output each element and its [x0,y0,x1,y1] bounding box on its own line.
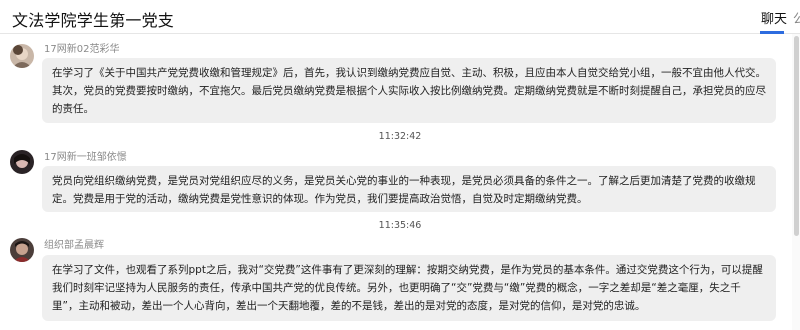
avatar[interactable] [10,238,34,262]
sender-name: 17网新02范彩华 [44,44,120,55]
tab-chat[interactable]: 聊天 [761,8,787,33]
avatar[interactable] [10,44,34,68]
group-title: 文法学院学生第一党支 [12,11,175,30]
avatar[interactable] [10,150,34,174]
active-tab-indicator [760,31,784,34]
message-timestamp: 11:35:46 [378,220,422,231]
sender-name: 组织部孟晨辉 [44,240,104,251]
message-bubble[interactable]: 在学习了文件，也观看了系列ppt之后，我对“交党费”这件事有了更深刻的理解：按期… [42,255,776,321]
sender-name: 17网新一班邹依憬 [44,152,127,163]
message-bubble[interactable]: 在学习了《关于中国共产党党费收缴和管理规定》后，首先，我认识到缴纳党费应自觉、主… [42,58,776,123]
message-timestamp: 11:32:42 [378,131,422,142]
message-bubble[interactable]: 党员向党组织缴纳党费，是党员对党组织应尽的义务，是党员关心党的事业的一种表现，是… [42,166,776,212]
tab-announcement[interactable]: 公 [793,8,800,27]
chat-header: 文法学院学生第一党支 聊天 公 [0,0,800,34]
